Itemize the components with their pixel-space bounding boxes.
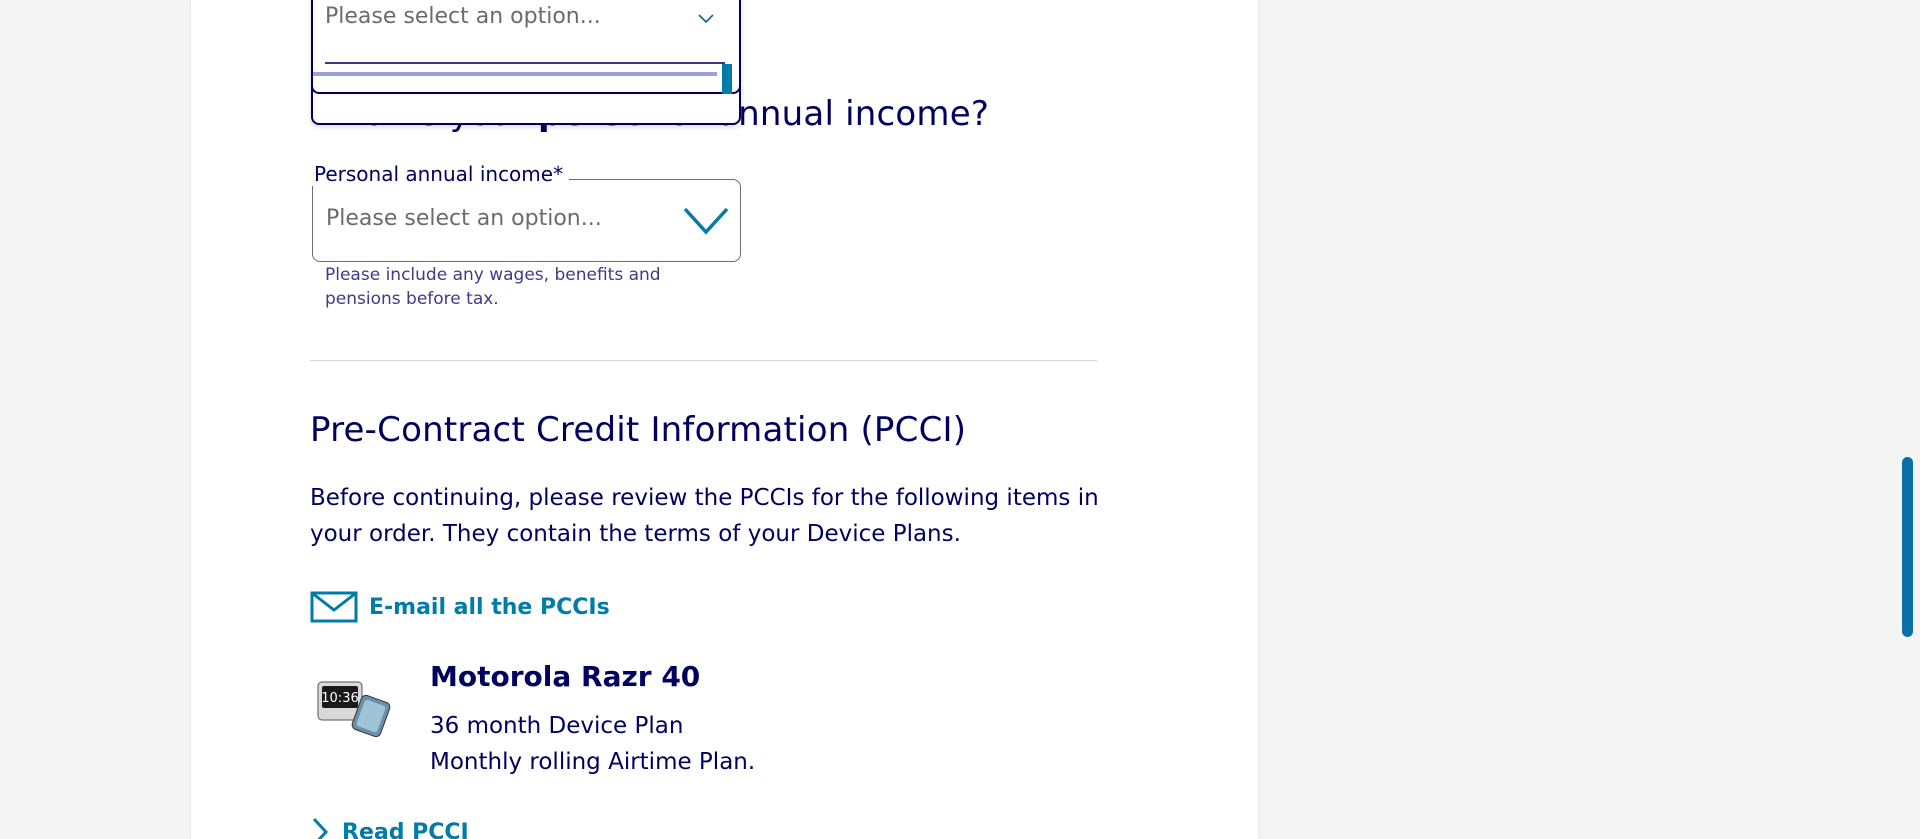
income-select[interactable]: Please select an option... bbox=[312, 179, 741, 262]
chevron-down-icon[interactable] bbox=[683, 206, 729, 240]
income-select-placeholder: Please select an option... bbox=[326, 206, 602, 231]
product-name: Motorola Razr 40 bbox=[430, 660, 701, 693]
open-dropdown[interactable]: Please select an option... bbox=[311, 0, 741, 125]
email-pccis-link[interactable]: E-mail all the PCCIs bbox=[310, 590, 610, 624]
pcci-intro: Before continuing, please review the PCC… bbox=[310, 485, 1099, 547]
page-scrollbar-thumb[interactable] bbox=[1902, 457, 1913, 637]
income-heading-part2: annual income? bbox=[706, 94, 990, 134]
chevron-right-icon bbox=[310, 817, 330, 839]
product-plan-line1: 36 month Device Plan bbox=[430, 713, 684, 739]
income-field-label: Personal annual income* bbox=[311, 162, 570, 186]
product-plan-line2: Monthly rolling Airtime Plan. bbox=[430, 749, 756, 775]
read-pcci-link[interactable]: Read PCCI bbox=[310, 817, 469, 839]
product-image-time: 10:36 bbox=[321, 691, 358, 706]
dropdown-option-highlight[interactable] bbox=[313, 72, 717, 76]
dropdown-list-divider bbox=[325, 62, 725, 64]
envelope-icon bbox=[310, 590, 358, 624]
income-hint: Please include any wages, benefits and p… bbox=[325, 265, 661, 309]
dropdown-placeholder: Please select an option... bbox=[325, 4, 601, 29]
email-pccis-label: E-mail all the PCCIs bbox=[369, 594, 610, 620]
dropdown-scrollbar[interactable] bbox=[722, 64, 732, 94]
product-image: 10:36 bbox=[316, 678, 400, 740]
pcci-heading: Pre-Contract Credit Information (PCCI) bbox=[310, 410, 967, 450]
read-pcci-label: Read PCCI bbox=[342, 819, 469, 839]
section-divider bbox=[310, 360, 1097, 361]
chevron-down-icon[interactable] bbox=[697, 10, 715, 29]
